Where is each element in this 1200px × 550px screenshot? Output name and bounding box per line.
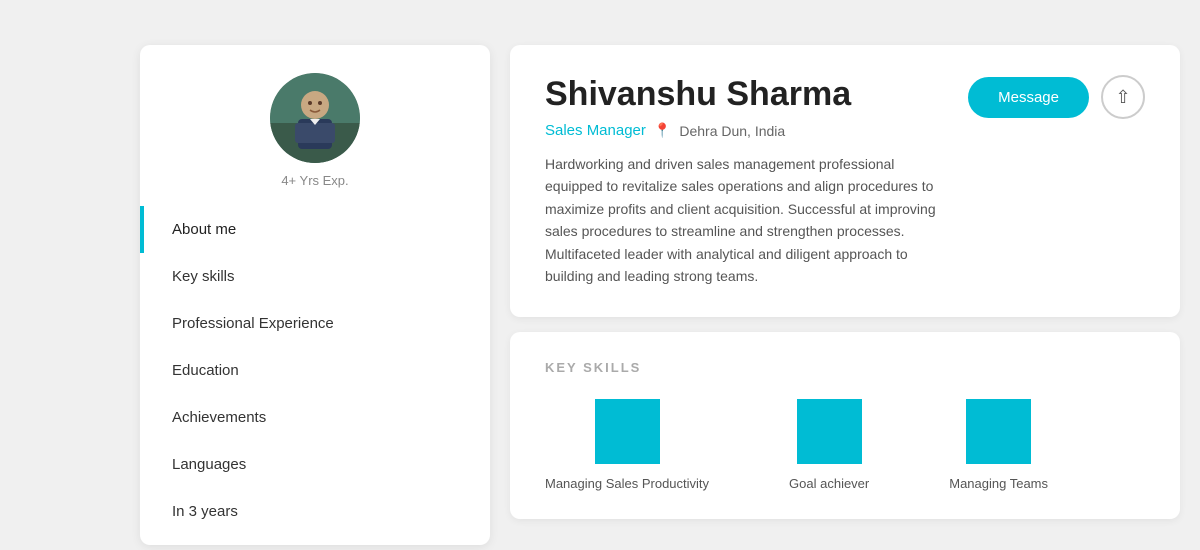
skill-label-2: Goal achiever xyxy=(789,476,869,491)
profile-info: Shivanshu Sharma Sales Manager 📍 Dehra D… xyxy=(545,75,948,287)
share-button[interactable]: ⇧ xyxy=(1101,75,1145,119)
sidebar-item-languages[interactable]: Languages xyxy=(140,441,490,488)
message-button[interactable]: Message xyxy=(968,77,1089,118)
sidebar: 4+ Yrs Exp. About me Key skills Professi… xyxy=(140,45,490,545)
nav-menu: About me Key skills Professional Experie… xyxy=(140,206,490,545)
skill-bar-1 xyxy=(595,399,660,464)
location-icon: 📍 xyxy=(654,122,671,139)
sidebar-item-achievements[interactable]: Achievements xyxy=(140,394,490,441)
profile-actions: Message ⇧ xyxy=(968,75,1145,119)
profile-header: Shivanshu Sharma Sales Manager 📍 Dehra D… xyxy=(510,45,1180,317)
skill-item-2: Goal achiever xyxy=(789,399,869,491)
skills-title: KEY SKILLS xyxy=(545,360,1145,375)
profile-role: Sales Manager xyxy=(545,122,646,139)
skill-bar-2 xyxy=(797,399,862,464)
profile-role-row: Sales Manager 📍 Dehra Dun, India xyxy=(545,122,948,139)
profile-location: Dehra Dun, India xyxy=(679,123,785,139)
sidebar-item-education[interactable]: Education xyxy=(140,347,490,394)
exp-label: 4+ Yrs Exp. xyxy=(281,173,348,188)
sidebar-item-professional-experience[interactable]: Professional Experience xyxy=(140,300,490,347)
sidebar-item-contact-me[interactable]: Contact Me xyxy=(140,535,490,545)
profile-name: Shivanshu Sharma xyxy=(545,75,948,114)
skills-grid: Managing Sales Productivity Goal achieve… xyxy=(545,399,1145,491)
skill-label-1: Managing Sales Productivity xyxy=(545,476,709,491)
share-icon: ⇧ xyxy=(1115,87,1130,108)
sidebar-item-in-3-years[interactable]: In 3 years xyxy=(140,488,490,535)
sidebar-item-about-me[interactable]: About me xyxy=(140,206,490,253)
main-content: Shivanshu Sharma Sales Manager 📍 Dehra D… xyxy=(490,0,1200,550)
sidebar-item-key-skills[interactable]: Key skills xyxy=(140,253,490,300)
skill-item-3: Managing Teams xyxy=(949,399,1048,491)
skill-label-3: Managing Teams xyxy=(949,476,1048,491)
skill-item-1: Managing Sales Productivity xyxy=(545,399,709,491)
avatar xyxy=(270,73,360,163)
avatar-section: 4+ Yrs Exp. xyxy=(270,45,360,206)
profile-bio: Hardworking and driven sales management … xyxy=(545,153,948,287)
skill-bar-3 xyxy=(966,399,1031,464)
skills-section: KEY SKILLS Managing Sales Productivity G… xyxy=(510,332,1180,519)
